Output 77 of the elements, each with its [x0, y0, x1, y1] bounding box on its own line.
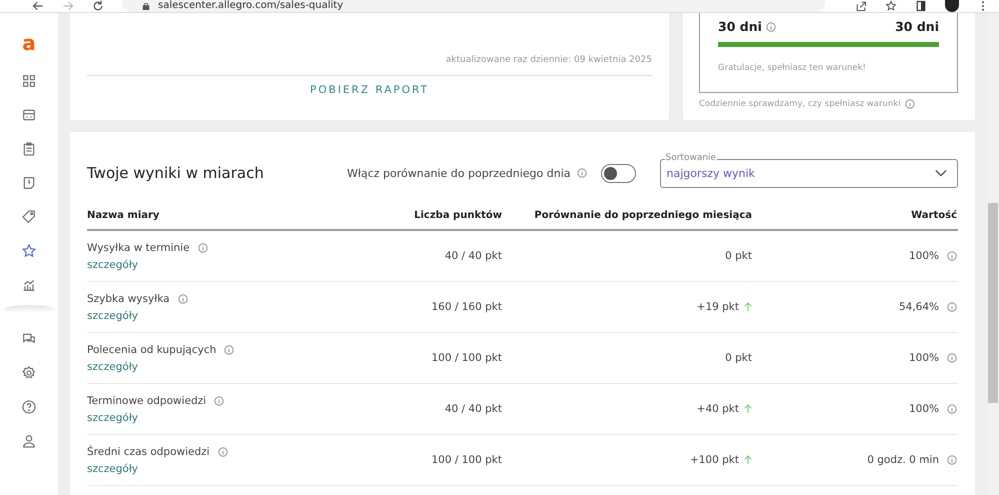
points-cell-text: 40 / 40 pkt — [444, 403, 502, 415]
update-note: aktualizowane raz dziennie: 09 kwietnia 2025 — [446, 55, 652, 65]
column-header: Wartość — [910, 210, 957, 221]
document-icon[interactable] — [21, 175, 37, 191]
column-header: Liczba punktów — [413, 210, 502, 221]
settings-icon[interactable] — [21, 365, 37, 381]
comparison-cell: +40 pkt — [696, 403, 739, 415]
column-header: Nazwa miary — [87, 210, 160, 221]
clipboard-icon[interactable] — [21, 141, 37, 157]
value-cell: 54,64% — [898, 301, 939, 313]
metric-name: Terminowe odpowiedzi — [87, 394, 206, 406]
address-bar[interactable]: salescenter.allegro.com/sales-quality — [122, 0, 825, 12]
info-icon[interactable] — [947, 353, 957, 363]
section-title: Twoje wyniki w miarach — [87, 164, 265, 182]
info-icon[interactable] — [947, 404, 957, 414]
info-icon[interactable] — [224, 344, 234, 354]
target-days: 30 dni — [895, 19, 939, 34]
info-icon[interactable] — [947, 455, 957, 465]
info-icon[interactable] — [904, 99, 915, 109]
comparison-cell: +19 pkt — [696, 301, 739, 313]
chart-icon[interactable] — [21, 277, 37, 293]
download-report-button[interactable]: POBIERZ RAPORT — [302, 76, 437, 104]
share-icon[interactable] — [855, 0, 867, 12]
tag-icon[interactable] — [21, 209, 37, 225]
info-icon[interactable] — [178, 294, 188, 304]
details-link[interactable]: szczegóły — [87, 258, 138, 270]
points-cell-text: 160 / 160 pkt — [430, 301, 502, 313]
star-icon[interactable] — [21, 243, 37, 259]
comparison-cell: 0 pkt — [725, 352, 752, 364]
metric-name: Średni czas odpowiedzi — [87, 446, 210, 458]
arrow-up-icon — [744, 455, 752, 465]
compare-toggle[interactable] — [600, 164, 636, 182]
sort-select[interactable]: najgorszy wynik — [660, 158, 958, 188]
details-link[interactable]: szczegóły — [87, 310, 138, 322]
points-cell-text: 40 / 40 pkt — [444, 250, 502, 262]
info-icon[interactable] — [947, 302, 957, 312]
box-icon[interactable] — [21, 107, 37, 123]
details-link[interactable]: szczegóły — [87, 412, 138, 424]
sidebar-icon[interactable] — [915, 0, 927, 12]
points-cell-text: 100 / 100 pkt — [430, 352, 502, 364]
avatar[interactable] — [945, 0, 959, 12]
value-cell: 100% — [908, 250, 939, 262]
info-icon[interactable] — [218, 446, 228, 456]
info-icon[interactable] — [766, 22, 776, 32]
metric-name: Szybka wysyłka — [87, 292, 170, 304]
bookmark-star-icon[interactable] — [885, 0, 897, 12]
chevron-down-icon — [935, 169, 947, 177]
value-cell: 100% — [908, 403, 939, 415]
info-icon[interactable] — [576, 168, 586, 178]
details-link[interactable]: szczegóły — [87, 462, 138, 474]
help-icon[interactable] — [21, 399, 37, 415]
sort-label: Sortowanie — [664, 152, 718, 164]
success-message: Gratulacje, spełniasz ten warunek! — [718, 63, 866, 73]
metric-name: Polecenia od kupujących — [87, 344, 216, 356]
points-cell-text: 100 / 100 pkt — [430, 454, 502, 466]
info-icon[interactable] — [947, 251, 957, 261]
arrow-up-icon — [744, 404, 752, 414]
current-days: 30 dni — [718, 19, 762, 34]
info-icon[interactable] — [214, 396, 224, 406]
check-note: Codziennie sprawdzamy, czy spełniasz warunki — [699, 99, 901, 109]
grid-icon[interactable] — [21, 73, 37, 89]
info-icon[interactable] — [198, 242, 208, 252]
back-icon[interactable] — [32, 0, 44, 12]
column-header: Porównanie do poprzedniego miesiąca — [533, 210, 752, 221]
lock-icon — [142, 2, 150, 10]
details-link[interactable]: szczegóły — [87, 360, 138, 372]
value-cell: 0 godz. 0 min — [867, 454, 939, 466]
toggle-label: Włącz porównanie do poprzedniego dnia — [347, 166, 570, 180]
arrow-up-icon — [744, 302, 752, 312]
comparison-cell: 0 pkt — [725, 250, 752, 262]
logo[interactable]: a — [22, 33, 36, 53]
sidebar-separator — [4, 305, 54, 313]
reload-icon[interactable] — [92, 0, 104, 12]
metric-name: Wysyłka w terminie — [87, 242, 190, 254]
value-cell: 100% — [908, 352, 939, 364]
comparison-cell: +100 pkt — [690, 454, 739, 466]
user-icon[interactable] — [21, 433, 37, 449]
